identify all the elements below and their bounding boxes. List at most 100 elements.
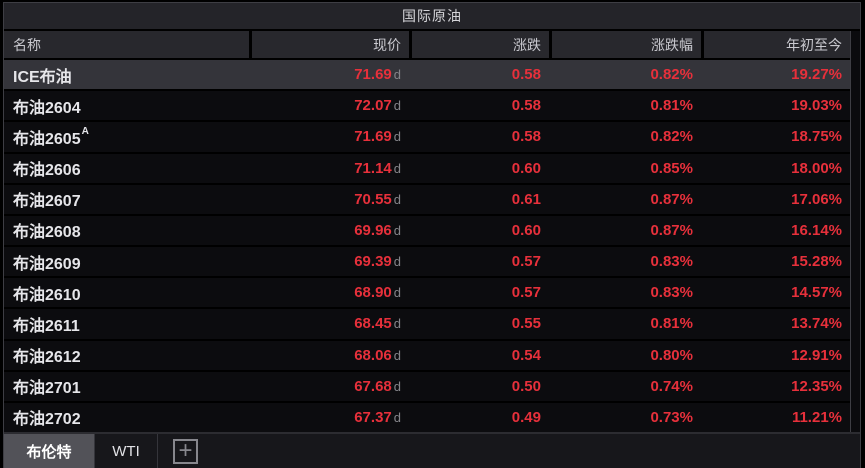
ytd-value: 16.14% [791,222,842,239]
column-header-change[interactable]: 涨跌 [409,31,549,58]
price-value: 71.69 [354,128,392,145]
plus-icon: + [178,442,192,460]
ytd-cell: 12.35% [701,372,850,401]
change-pct-cell: 0.83% [549,278,701,307]
table-row[interactable]: 布油2702 67.37 d 0.49 0.73% [4,403,850,432]
tab-wti[interactable]: WTI [95,434,158,468]
bottom-tab-bar: 布伦特 WTI + [4,432,860,468]
change-cell: 0.55 [409,309,549,338]
table-row[interactable]: 布油2607 70.55 d 0.61 0.87% [4,185,850,216]
change-pct-cell: 0.82% [549,60,701,89]
change-pct-value: 0.81% [650,97,693,114]
delayed-quote-flag: d [394,254,401,269]
change-pct-value: 0.87% [650,191,693,208]
change-cell: 0.61 [409,185,549,214]
table-row[interactable]: 布油2609 69.39 d 0.57 0.83% [4,247,850,278]
instrument-name: 布油2701 [13,374,81,398]
delayed-quote-flag: d [394,67,401,82]
instrument-name-cell: 布油2609 [4,247,249,276]
instrument-name-cell: 布油2604 [4,91,249,120]
table-row[interactable]: 布油2605A 71.69 d 0.58 0.82% [4,122,850,153]
instrument-name-cell: 布油2611 [4,309,249,338]
instrument-name: 布油2611 [13,312,80,336]
change-value: 0.57 [512,253,541,270]
tab-brent[interactable]: 布伦特 [4,434,95,468]
ytd-cell: 12.91% [701,341,850,370]
change-cell: 0.49 [409,403,549,432]
delayed-quote-flag: d [394,348,401,363]
change-pct-cell: 0.81% [549,91,701,120]
price-value: 69.96 [354,222,392,239]
column-header-name[interactable]: 名称 [4,31,249,58]
change-value: 0.50 [512,378,541,395]
panel-title: 国际原油 [402,6,462,26]
table-row[interactable]: 布油2611 68.45 d 0.55 0.81% [4,309,850,340]
change-cell: 0.54 [409,341,549,370]
change-value: 0.54 [512,347,541,364]
ytd-value: 15.28% [791,253,842,270]
column-header-price[interactable]: 现价 [249,31,409,58]
ytd-value: 18.75% [791,128,842,145]
ytd-cell: 14.57% [701,278,850,307]
instrument-name: 布油2610 [13,281,81,305]
instrument-name: 布油2702 [13,405,81,429]
instrument-name: 布油2608 [13,218,81,242]
price-value: 68.06 [354,347,392,364]
table-row[interactable]: 布油2612 68.06 d 0.54 0.80% [4,341,850,372]
scrollbar-track[interactable] [850,31,860,432]
change-cell: 0.57 [409,247,549,276]
table-header-row: 名称 现价 涨跌 涨跌幅 年初至今 [4,31,850,60]
table-row[interactable]: 布油2604 72.07 d 0.58 0.81% [4,91,850,122]
change-pct-cell: 0.87% [549,185,701,214]
instrument-name: 布油2604 [13,94,81,118]
price-cell: 67.68 d [249,372,409,401]
instrument-name-cell: 布油2610 [4,278,249,307]
change-pct-value: 0.73% [650,409,693,426]
table-row[interactable]: ICE布油 71.69 d 0.58 0.82% 1 [4,60,850,91]
price-cell: 69.39 d [249,247,409,276]
change-pct-cell: 0.74% [549,372,701,401]
table-row[interactable]: 布油2610 68.90 d 0.57 0.83% [4,278,850,309]
delayed-quote-flag: d [394,98,401,113]
ytd-cell: 16.14% [701,216,850,245]
ytd-value: 19.27% [791,66,842,83]
ytd-value: 14.57% [791,284,842,301]
ytd-cell: 13.74% [701,309,850,338]
change-cell: 0.58 [409,122,549,151]
delayed-quote-flag: d [394,161,401,176]
column-header-ytd[interactable]: 年初至今 [701,31,850,58]
instrument-name: 布油2605 [13,125,81,149]
change-cell: 0.58 [409,91,549,120]
add-tab-button[interactable]: + [173,439,198,464]
price-cell: 72.07 d [249,91,409,120]
price-cell: 71.14 d [249,154,409,183]
change-pct-value: 0.81% [650,315,693,332]
change-value: 0.60 [512,222,541,239]
instrument-name-cell: 布油2612 [4,341,249,370]
change-value: 0.58 [512,128,541,145]
table-row[interactable]: 布油2606 71.14 d 0.60 0.85% [4,154,850,185]
price-cell: 69.96 d [249,216,409,245]
table-row[interactable]: 布油2608 69.96 d 0.60 0.87% [4,216,850,247]
price-value: 68.90 [354,284,392,301]
column-header-change-pct[interactable]: 涨跌幅 [549,31,701,58]
change-pct-value: 0.87% [650,222,693,239]
change-value: 0.58 [512,97,541,114]
table-row[interactable]: 布油2701 67.68 d 0.50 0.74% [4,372,850,403]
instrument-name-cell: 布油2605A [4,122,249,151]
instrument-name-cell: 布油2608 [4,216,249,245]
instrument-name-cell: 布油2607 [4,185,249,214]
change-value: 0.61 [512,191,541,208]
change-pct-value: 0.74% [650,378,693,395]
panel-frame: 国际原油 名称 现价 涨跌 涨跌幅 年初至今 ICE布油 71.69 [3,2,861,468]
delayed-quote-flag: d [394,192,401,207]
change-pct-cell: 0.80% [549,341,701,370]
instrument-name: 布油2607 [13,187,81,211]
price-value: 71.69 [354,66,392,83]
quote-table: 名称 现价 涨跌 涨跌幅 年初至今 ICE布油 71.69 d [4,31,850,432]
price-cell: 68.45 d [249,309,409,338]
change-cell: 0.58 [409,60,549,89]
price-value: 68.45 [354,315,392,332]
change-pct-value: 0.85% [650,160,693,177]
change-pct-cell: 0.85% [549,154,701,183]
